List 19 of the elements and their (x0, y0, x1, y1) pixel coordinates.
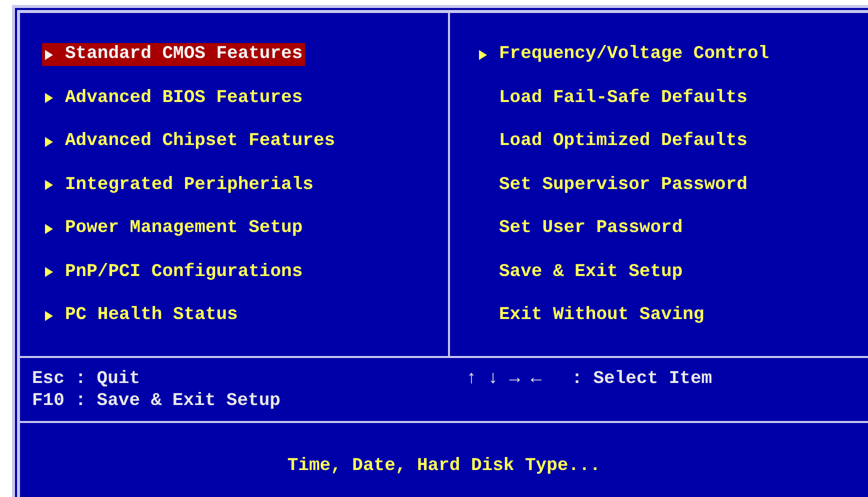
menu-item[interactable]: Advanced BIOS Features (42, 86, 305, 110)
item-description: Time, Date, Hard Disk Type... (287, 455, 601, 477)
menu-item[interactable]: Set Supervisor Password (476, 174, 750, 196)
key-hint: F10 : Save & Exit Setup (32, 390, 282, 412)
menu-item[interactable]: Advanced Chipset Features (42, 130, 338, 153)
menu-item[interactable]: Power Management Setup (42, 217, 305, 240)
key-hint-action: : Select Item (572, 368, 712, 390)
menu-item[interactable]: Set User Password (476, 217, 685, 240)
menu-item[interactable]: Load Optimized Defaults (476, 130, 750, 153)
menu-item[interactable]: Load Fail-Safe Defaults (476, 86, 750, 110)
menu-item[interactable]: Save & Exit Setup (476, 260, 685, 284)
menu-item[interactable]: Frequency/Voltage Control (476, 43, 772, 66)
menu-item[interactable]: Integrated Peripherials (42, 174, 316, 196)
menu-item[interactable]: PnP/PCI Configurations (42, 260, 305, 284)
menu-item[interactable]: PC Health Status (42, 304, 240, 327)
menu-item[interactable]: Standard CMOS Features (42, 43, 305, 66)
menu-item[interactable]: Exit Without Saving (476, 304, 706, 327)
key-hint: Esc : Quit (32, 368, 142, 390)
arrow-keys-hint: ↑ ↓ → ← (466, 368, 542, 390)
